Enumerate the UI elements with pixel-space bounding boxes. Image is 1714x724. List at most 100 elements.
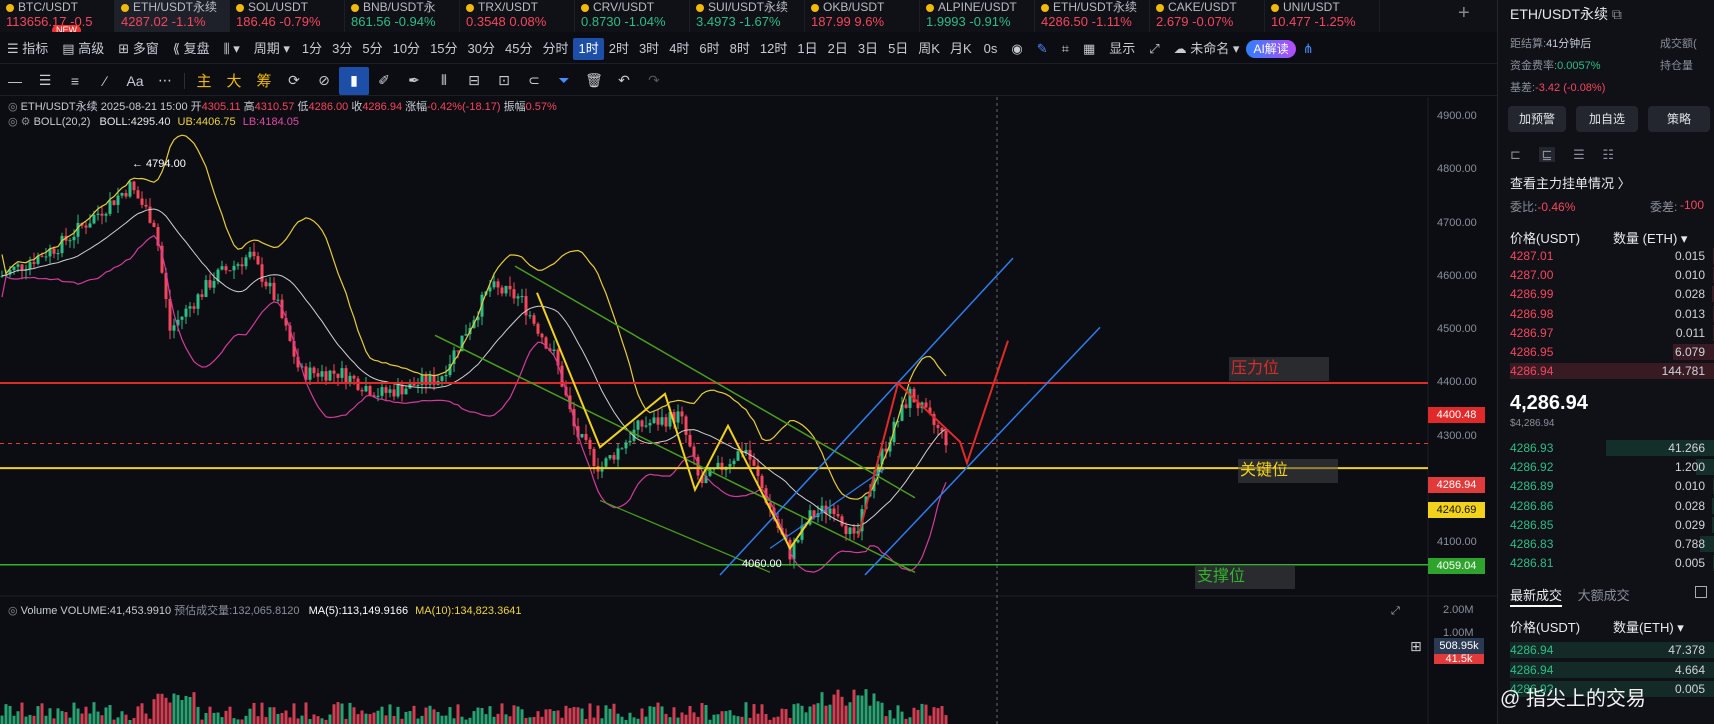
hide-drawings-icon[interactable]: ⊘: [309, 67, 339, 95]
more-tools-icon[interactable]: ⋯: [150, 67, 180, 95]
boll-settings-icon[interactable]: ◎ ⚙: [8, 116, 34, 128]
interval-option[interactable]: 3分: [327, 38, 357, 60]
interval-option[interactable]: 12时: [755, 38, 792, 60]
copy-icon[interactable]: ⧉: [1612, 6, 1622, 22]
layout-icon[interactable]: ▦: [1076, 38, 1102, 60]
ticker-tab[interactable]: ETH/USDT永续 4286.50 -1.11%: [1035, 0, 1150, 32]
interval-option[interactable]: 2日: [823, 38, 853, 60]
ob-qty-header[interactable]: 数量 (ETH) ▾: [1613, 228, 1687, 247]
pen-icon[interactable]: ✎: [1030, 38, 1055, 60]
share-icon[interactable]: ⋔: [1296, 38, 1321, 60]
bookmark-icon[interactable]: ▮: [339, 66, 369, 95]
multi-window-button[interactable]: ⊞ 多窗: [111, 38, 166, 60]
bid-row[interactable]: 4286.81 0.005: [1510, 553, 1714, 573]
ask-row[interactable]: 4286.98 0.013: [1510, 304, 1714, 324]
interval-option[interactable]: 3时: [634, 38, 664, 60]
ai-interpret-button[interactable]: AI解读: [1246, 39, 1296, 58]
ob-view-list-icon[interactable]: ☷: [1602, 147, 1614, 162]
interval-option[interactable]: 分时: [537, 38, 573, 60]
bid-row[interactable]: 4286.85 0.029: [1510, 515, 1714, 535]
price-chart[interactable]: ◎ ETH/USDT永续 2025-08-21 15:00 开4305.11 高…: [0, 97, 1497, 724]
interval-option[interactable]: 1时: [573, 37, 604, 60]
chart-canvas[interactable]: [0, 97, 1497, 724]
display-button[interactable]: 显示: [1102, 38, 1142, 60]
bid-row[interactable]: 4286.86 0.028: [1510, 496, 1714, 516]
interval-option[interactable]: 10分: [388, 38, 425, 60]
bid-row[interactable]: 4286.93 41.266: [1510, 438, 1714, 458]
ticker-tab[interactable]: CAKE/USDT 2.679 -0.07%: [1150, 0, 1265, 32]
text-tool-icon[interactable]: Aa: [120, 67, 150, 95]
trend-line-icon[interactable]: ∕: [90, 67, 120, 95]
interval-option[interactable]: 30分: [463, 38, 500, 60]
lock-icon[interactable]: ⊟: [459, 67, 489, 95]
camera-icon[interactable]: ◉: [1004, 38, 1029, 60]
volume-settings-icon[interactable]: ◎: [8, 605, 21, 617]
interval-option[interactable]: 5日: [883, 38, 913, 60]
filter-icon[interactable]: ⏷: [549, 67, 579, 95]
trades-qty-header[interactable]: 数量(ETH) ▾: [1613, 617, 1684, 636]
large-trades-checkbox[interactable]: [1695, 586, 1707, 598]
main-chart-button[interactable]: 主: [189, 67, 219, 95]
ticker-tab[interactable]: OKB/USDT 187.99 9.6%: [805, 0, 920, 32]
large-trades-tab[interactable]: 大额成交: [1578, 588, 1630, 603]
hide-icon[interactable]: ◎: [8, 101, 21, 113]
bid-row[interactable]: 4286.83 0.788: [1510, 534, 1714, 554]
interval-option[interactable]: 1分: [297, 38, 327, 60]
edit-box-icon[interactable]: ⊡: [489, 67, 519, 95]
interval-option[interactable]: 6时: [694, 38, 724, 60]
interval-option[interactable]: 1日: [792, 38, 822, 60]
sync-icon[interactable]: ⟳: [279, 67, 309, 95]
chart-type-dropdown[interactable]: ⫼ ▾: [217, 38, 247, 60]
chips-button[interactable]: 筹: [249, 67, 279, 95]
add-pane-icon[interactable]: ⊞: [1410, 638, 1422, 655]
replay-button[interactable]: ⟪ 复盘: [166, 38, 217, 60]
horizontal-line-icon[interactable]: —: [0, 67, 30, 95]
interval-option[interactable]: 5分: [357, 38, 387, 60]
ticker-tab[interactable]: CRV/USDT 0.8730 -1.04%: [575, 0, 690, 32]
delete-icon[interactable]: 🗑: [579, 67, 609, 95]
large-orders-button[interactable]: 大: [219, 67, 249, 95]
indicators-button[interactable]: ☰ 指标: [0, 38, 55, 60]
ask-row[interactable]: 4286.97 0.011: [1510, 323, 1714, 343]
interval-option[interactable]: 45分: [500, 38, 537, 60]
undo-icon[interactable]: ↶: [609, 67, 639, 95]
cloud-layout-button[interactable]: ☁ 未命名 ▾: [1167, 38, 1247, 60]
ask-row[interactable]: 4287.00 0.010: [1510, 265, 1714, 285]
ob-view-both-icon[interactable]: ⊏: [1510, 147, 1521, 162]
fullscreen-icon[interactable]: ⤢: [1142, 38, 1166, 60]
bars-icon[interactable]: ⦀: [429, 67, 459, 95]
crop-icon[interactable]: ⌗: [1055, 38, 1076, 60]
interval-option[interactable]: 周K: [913, 38, 945, 60]
ask-row[interactable]: 4287.01 0.015: [1510, 246, 1714, 266]
interval-option[interactable]: 2时: [604, 38, 634, 60]
ticker-tab[interactable]: TRX/USDT 0.3548 0.08%: [460, 0, 575, 32]
interval-option[interactable]: 15分: [425, 38, 462, 60]
period-dropdown[interactable]: 周期 ▾: [247, 38, 297, 60]
expand-pane-icon[interactable]: ⤢: [1391, 605, 1400, 618]
bid-row[interactable]: 4286.89 0.010: [1510, 476, 1714, 496]
redo-icon[interactable]: ↷: [639, 67, 669, 95]
add-watchlist-button[interactable]: 加自选: [1576, 106, 1638, 132]
ask-row[interactable]: 4286.99 0.028: [1510, 284, 1714, 304]
magnet-icon[interactable]: ⊂: [519, 67, 549, 95]
bid-row[interactable]: 4286.92 1.200: [1510, 457, 1714, 477]
pencil-icon[interactable]: ✐: [369, 67, 399, 95]
seconds-button[interactable]: 0s: [977, 38, 1005, 60]
strategy-button[interactable]: 策略: [1648, 106, 1710, 132]
depth-link[interactable]: 查看主力挂单情况 〉: [1510, 173, 1714, 192]
interval-option[interactable]: 3日: [853, 38, 883, 60]
interval-option[interactable]: 4时: [664, 38, 694, 60]
ticker-tab[interactable]: UNI/USDT 10.477 -1.25%: [1265, 0, 1380, 32]
advanced-button[interactable]: ▤ 高级: [55, 38, 111, 60]
ticker-tab[interactable]: SOL/USDT 186.46 -0.79%: [230, 0, 345, 32]
add-tab-button[interactable]: +: [1458, 2, 1470, 25]
brush-icon[interactable]: ✒: [399, 67, 429, 95]
add-alert-button[interactable]: 加预警: [1508, 106, 1566, 132]
ob-view-asks-icon[interactable]: ⊑: [1538, 147, 1556, 162]
parallel-lines-icon[interactable]: ≡: [60, 67, 90, 95]
interval-option[interactable]: 8时: [725, 38, 755, 60]
ticker-tab[interactable]: BTC/USDT 113656.17 -0.5 NEW: [0, 0, 115, 32]
ob-view-bids-icon[interactable]: ☰: [1573, 147, 1585, 162]
ask-row[interactable]: 4286.94 144.781: [1510, 361, 1714, 381]
ticker-tab[interactable]: BNB/USDT永 861.56 -0.94%: [345, 0, 460, 32]
